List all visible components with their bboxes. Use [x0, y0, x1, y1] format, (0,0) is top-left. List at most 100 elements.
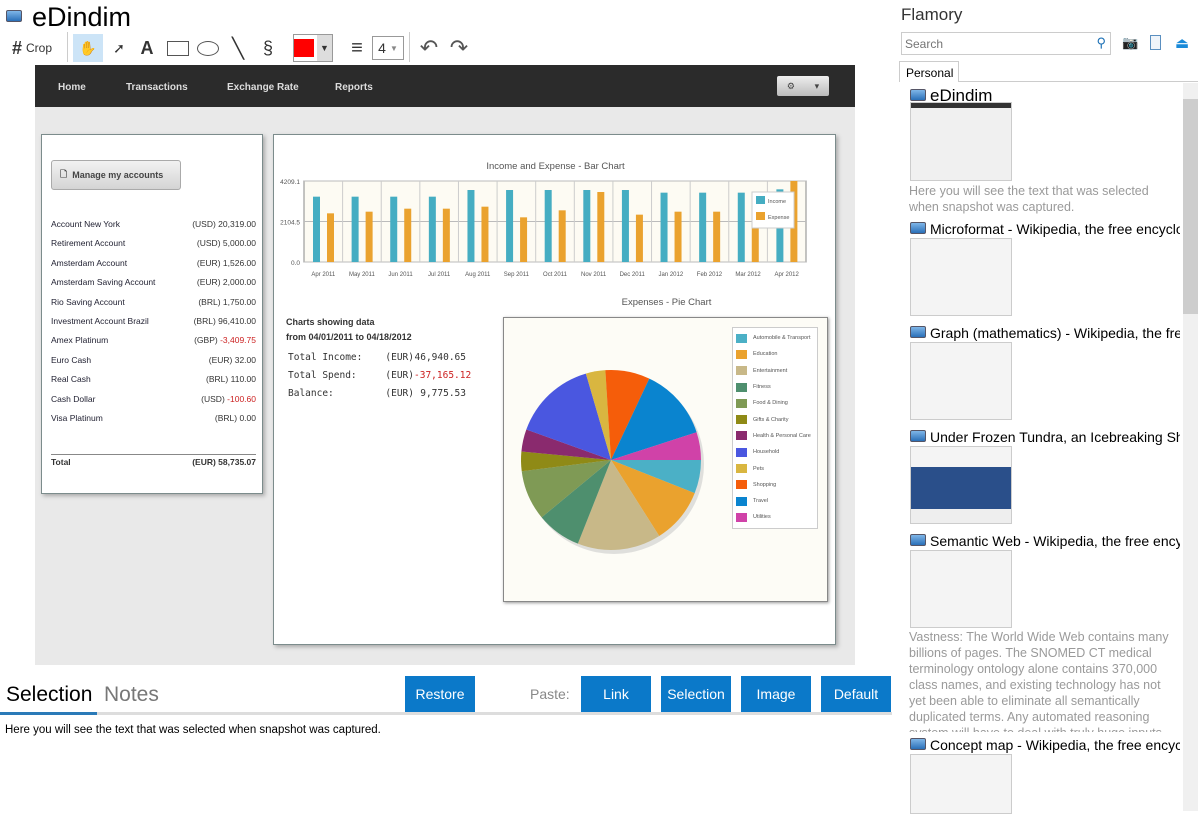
paste-default-button[interactable]: Default: [821, 676, 891, 712]
divider: [409, 32, 410, 62]
snapshot-item[interactable]: Microformat - Wikipedia, the free encycl…: [910, 221, 1180, 237]
accounts-panel: 🗋 Manage my accounts Account New York (USD…: [41, 134, 263, 494]
summary-heading: Charts showing data from 04/01/2011 to 04…: [286, 315, 412, 345]
x-tick-label: Jul 2011: [428, 272, 451, 278]
rectangle-tool-icon[interactable]: [164, 34, 192, 62]
nav-home[interactable]: Home: [58, 65, 86, 107]
account-row[interactable]: Euro Cash (EUR) 32.00: [51, 355, 256, 374]
account-amount: 1,750.00: [222, 296, 256, 307]
snapshot-item[interactable]: Under Frozen Tundra, an Icebreaking Ship…: [910, 429, 1180, 445]
legend-item: Utilities: [736, 509, 814, 525]
freehand-tool-icon[interactable]: §: [256, 34, 280, 62]
tab-personal[interactable]: Personal: [899, 61, 959, 82]
bar-income: [351, 196, 359, 262]
search-input[interactable]: [902, 33, 1087, 54]
collapse-top-icon[interactable]: ⏏: [1175, 34, 1189, 52]
account-row[interactable]: Real Cash (BRL) 110.00: [51, 374, 256, 393]
text-tool-icon[interactable]: A: [135, 34, 159, 62]
ellipse-tool-icon[interactable]: [194, 34, 222, 62]
pointer-tool-icon[interactable]: ➚: [107, 34, 131, 62]
y-tick-label: 4209.1: [280, 179, 300, 186]
x-tick-label: Oct 2011: [543, 272, 568, 278]
document-icon[interactable]: [1150, 35, 1161, 50]
tab-notes[interactable]: Notes: [104, 683, 159, 707]
scrollbar[interactable]: [1183, 83, 1198, 811]
account-name: Cash Dollar: [51, 393, 96, 404]
account-row[interactable]: Investment Account Brazil (BRL) 96,410.00: [51, 316, 256, 335]
snapshot-thumbnail[interactable]: [910, 342, 1012, 420]
account-currency: (BRL): [206, 374, 229, 385]
summary-label: Total Spend:: [288, 370, 357, 381]
legend-label: Pets: [753, 465, 765, 472]
snapshot-thumbnail[interactable]: [910, 550, 1012, 628]
snapshot-item[interactable]: Concept map - Wikipedia, the free encycl…: [910, 737, 1180, 753]
account-name: Rio Saving Account: [51, 296, 125, 307]
active-tab-indicator: [0, 712, 97, 715]
account-currency: (BRL): [214, 412, 238, 423]
line-width-select[interactable]: 4 ▼: [372, 36, 404, 60]
legend-item: Health & Personal Care: [736, 428, 814, 444]
account-row[interactable]: Amsterdam Account (EUR) 1,526.00: [51, 258, 256, 277]
snapshot-item-title: Graph (mathematics) - Wikipedia, the fre…: [930, 325, 1180, 341]
color-swatch: [294, 39, 315, 57]
account-row[interactable]: Account New York (USD) 20,319.00: [51, 219, 256, 238]
manage-accounts-button[interactable]: 🗋 Manage my accounts: [51, 160, 181, 190]
restore-button[interactable]: Restore: [405, 676, 475, 712]
total-label: Total: [51, 457, 71, 467]
account-row[interactable]: Visa Platinum (BRL) 0.00: [51, 413, 256, 432]
account-row[interactable]: Amsterdam Saving Account (EUR) 2,000.00: [51, 277, 256, 296]
account-row[interactable]: Rio Saving Account (BRL) 1,750.00: [51, 297, 256, 316]
snapshot-thumbnail[interactable]: [910, 238, 1012, 316]
bar-legend: Income Expense: [751, 191, 795, 229]
snapshot-item[interactable]: Graph (mathematics) - Wikipedia, the fre…: [910, 325, 1180, 341]
legend-label: Shopping: [753, 481, 777, 488]
account-name: Retirement Account: [51, 238, 126, 249]
legend-label: Entertainment: [753, 367, 788, 374]
account-row[interactable]: Amex Platinum (GBP) -3,409.75: [51, 335, 256, 354]
account-row[interactable]: Retirement Account (USD) 5,000.00: [51, 238, 256, 257]
nav-exchange-rate[interactable]: Exchange Rate: [227, 65, 299, 107]
account-row[interactable]: Cash Dollar (USD) -100.60: [51, 394, 256, 413]
hand-tool-icon[interactable]: ✋: [73, 34, 103, 62]
settings-dropdown[interactable]: ⚙ ▾: [777, 76, 829, 96]
total-row: Total (EUR) 58,735.07: [51, 457, 256, 467]
bar-expense: [327, 213, 334, 262]
redo-icon[interactable]: ↷: [446, 34, 472, 62]
snapshot-description: Here you will see the text that was sele…: [909, 184, 1149, 214]
legend-item: Automobile & Transport: [736, 330, 814, 346]
bar-expense: [558, 210, 566, 262]
account-currency: (BRL): [198, 296, 221, 307]
legend-swatch: [736, 382, 747, 392]
selection-text[interactable]: Here you will see the text that was sele…: [5, 724, 381, 736]
legend-label: Income: [768, 199, 786, 205]
app-icon: [6, 10, 22, 22]
nav-reports[interactable]: Reports: [335, 65, 373, 107]
paste-selection-button[interactable]: Selection: [661, 676, 731, 712]
bar-income: [313, 196, 320, 262]
search-icon[interactable]: ⚲: [1096, 35, 1106, 51]
snapshot-thumbnail[interactable]: [910, 446, 1012, 524]
paste-link-button[interactable]: Link: [581, 676, 651, 712]
undo-icon[interactable]: ↶: [416, 34, 442, 62]
x-tick-label: May 2011: [349, 272, 376, 278]
x-tick-label: Nov 2011: [581, 272, 607, 278]
legend-label: Expense: [768, 215, 789, 221]
color-picker[interactable]: ▼: [293, 34, 333, 62]
camera-icon[interactable]: 📷: [1122, 35, 1138, 51]
line-width-value: 4: [378, 40, 386, 56]
account-balance: (BRL) 0.00: [215, 413, 256, 432]
snapshot-item[interactable]: Semantic Web - Wikipedia, the free encyc…: [910, 533, 1180, 549]
nav-transactions[interactable]: Transactions: [126, 65, 188, 107]
tab-selection[interactable]: Selection: [6, 683, 92, 707]
snapshot-thumbnail[interactable]: [910, 102, 1012, 181]
sidebar-title: Flamory: [901, 5, 963, 24]
scrollbar-thumb[interactable]: [1183, 99, 1198, 314]
paste-image-button[interactable]: Image: [741, 676, 811, 712]
account-balance: (BRL) 96,410.00: [194, 316, 256, 335]
summary-value: 46,940.65: [414, 352, 466, 363]
line-tool-icon[interactable]: ╲: [225, 34, 251, 62]
crop-button[interactable]: # Crop: [6, 34, 58, 62]
snapshot-thumbnail[interactable]: [910, 754, 1012, 814]
bar-expense: [442, 208, 450, 262]
app-icon: [910, 222, 926, 234]
